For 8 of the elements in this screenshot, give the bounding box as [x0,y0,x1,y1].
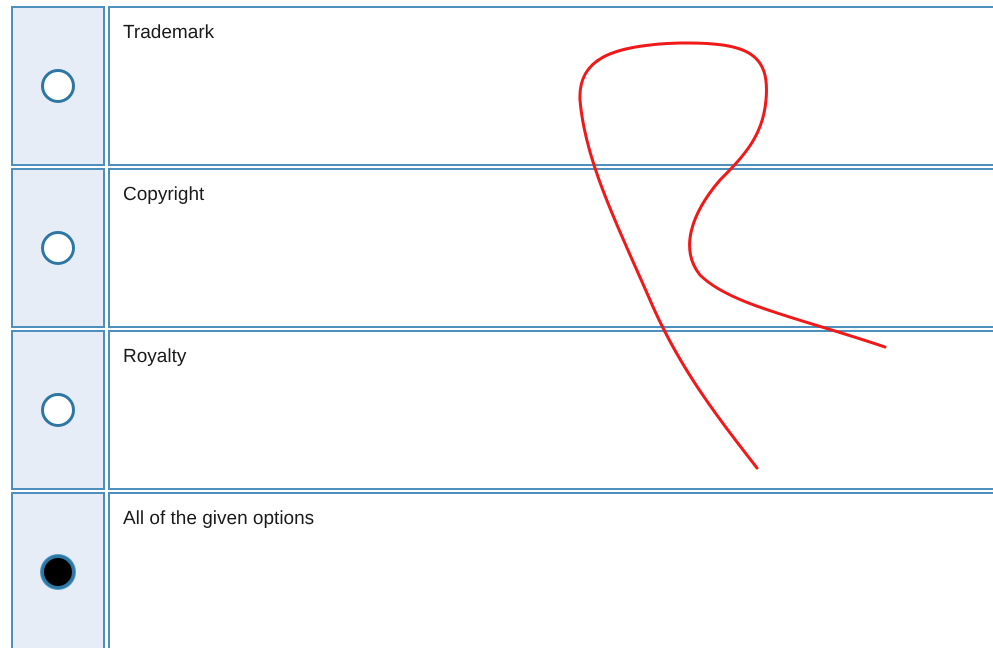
radio-button[interactable] [41,393,75,427]
option-label: Royalty [123,346,186,367]
radio-button[interactable] [41,555,75,589]
radio-button[interactable] [41,69,75,103]
radio-button[interactable] [41,231,75,265]
option-label: All of the given options [123,508,314,529]
option-label: Copyright [123,184,204,205]
option-label: Trademark [123,22,214,43]
